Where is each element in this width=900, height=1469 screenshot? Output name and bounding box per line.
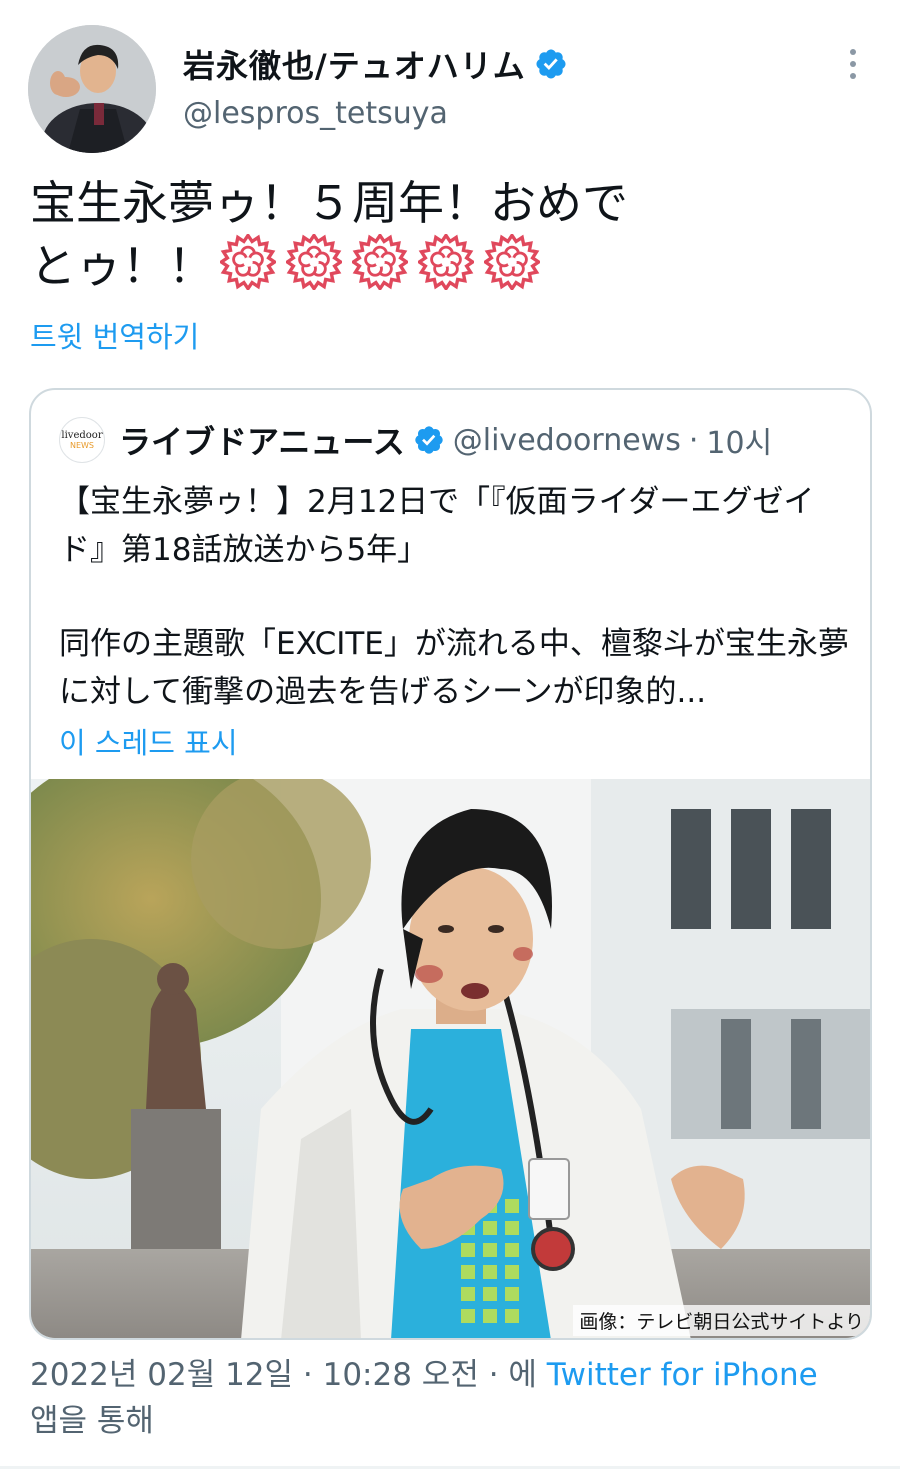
verified-badge-icon xyxy=(536,49,566,79)
quoted-header: livedoor NEWS ライブドアニュース @livedoornews · … xyxy=(59,416,772,464)
quoted-handle: @livedoornews xyxy=(452,422,681,458)
tweet-source-link[interactable]: Twitter for iPhone xyxy=(547,1357,818,1393)
quoted-body: 同作の主題歌「EXCITE」が流れる中、檀黎斗が宝生永夢に対して衝撃の過去を告げ… xyxy=(59,626,849,710)
cherry-blossom-emoji xyxy=(352,234,408,290)
tweet-text-line2: とゥ！！ xyxy=(30,239,214,293)
livedoor-logo: livedoor NEWS xyxy=(59,417,105,463)
quoted-headline: 【宝生永夢ゥ！】2月12日で「『仮面ライダーエグゼイド』第18話放送から5年」 xyxy=(59,484,815,568)
image-credit: 画像：テレビ朝日公式サイトより xyxy=(573,1305,870,1336)
author-avatar[interactable] xyxy=(28,25,156,153)
quoted-text: 【宝生永夢ゥ！】2月12日で「『仮面ライダーエグゼイド』第18話放送から5年」 … xyxy=(59,478,849,716)
author-handle[interactable]: @lespros_tetsuya xyxy=(183,96,448,131)
quoted-tweet-card[interactable]: livedoor NEWS ライブドアニュース @livedoornews · … xyxy=(29,388,872,1340)
author-display-name[interactable]: 岩永徹也/テュオハリム xyxy=(183,41,526,87)
more-options-icon[interactable] xyxy=(836,44,870,84)
tweet-datetime: 2022년 02월 12일 · 10:28 오전 · 에 xyxy=(30,1357,537,1393)
cherry-blossom-emoji xyxy=(418,234,474,290)
tweet-text-line2-row: とゥ！！ xyxy=(30,234,690,297)
quoted-time: 10시 xyxy=(706,426,773,461)
tweet-meta: 2022년 02월 12일 · 10:28 오전 · 에 Twitter for… xyxy=(30,1352,870,1444)
avatar-photo xyxy=(28,25,156,153)
author-name-row[interactable]: 岩永徹也/テュオハリム xyxy=(183,40,568,88)
cherry-blossom-emoji xyxy=(286,234,342,290)
cherry-blossom-emoji xyxy=(484,234,540,290)
quoted-display-name: ライブドアニュース xyxy=(119,423,405,461)
cherry-blossom-emoji xyxy=(220,234,276,290)
scene-image xyxy=(31,779,870,1338)
tweet-source-suffix: 앱을 통해 xyxy=(30,1403,154,1439)
quoted-photo[interactable]: 画像：テレビ朝日公式サイトより xyxy=(31,779,870,1338)
quoted-separator: · xyxy=(688,422,699,458)
tweet-text: 宝生永夢ゥ！５周年！おめで とゥ！！ xyxy=(30,172,690,297)
translate-tweet-link[interactable]: 트윗 번역하기 xyxy=(30,314,199,356)
tweet-text-line1: 宝生永夢ゥ！５周年！おめで xyxy=(30,176,628,230)
show-thread-link[interactable]: 이 스레드 표시 xyxy=(59,720,238,762)
verified-badge-icon xyxy=(415,426,443,454)
emoji-row xyxy=(220,234,540,290)
